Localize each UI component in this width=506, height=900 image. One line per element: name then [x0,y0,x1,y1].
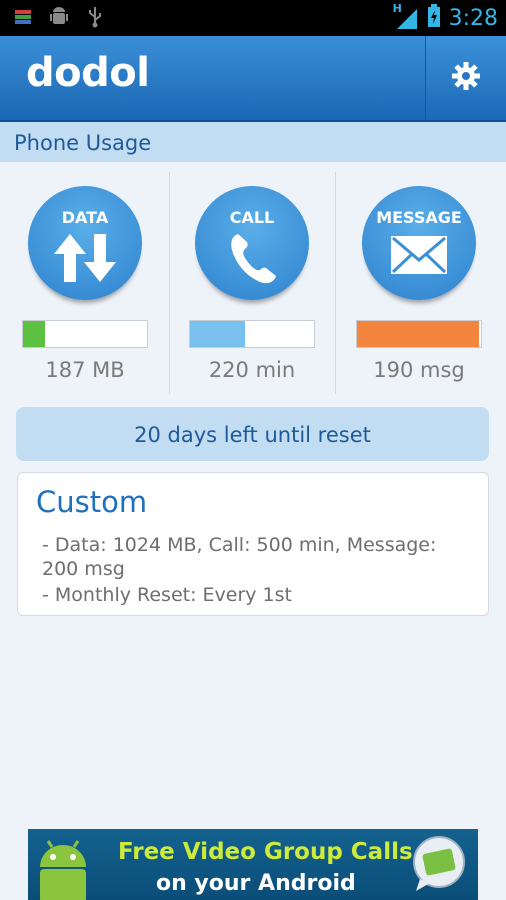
data-usage-value: 187 MB [45,358,125,382]
android-robot-icon [28,831,98,900]
plan-reset: - Monthly Reset: Every 1st [42,584,292,606]
android-debug-icon [48,6,70,28]
call-usage-value: 220 min [208,358,296,382]
usage-label: CALL [229,208,275,227]
status-bar: H 3:28 [0,0,506,36]
plan-card[interactable]: Custom - Data: 1024 MB, Call: 500 min, M… [17,472,489,616]
section-title: Phone Usage [0,122,506,162]
app-logo: dodol [26,50,150,96]
data-arrows-icon [28,230,142,290]
usage-data[interactable]: DATA 187 MB [0,172,166,394]
message-usage-fill [357,321,479,347]
message-usage-value: 190 msg [373,358,465,382]
status-clock: 3:28 [448,5,498,31]
plan-title: Custom [36,485,148,519]
battery-charging-icon [427,4,441,32]
message-usage-bar [356,320,482,348]
chat-bubble-icon [410,835,468,897]
usage-summary: DATA 187 MB CALL 220 min MESSAGE 190 msg [0,172,506,394]
usage-call[interactable]: CALL 220 min [167,172,333,394]
usage-label: MESSAGE [376,208,462,227]
data-usage-fill [23,321,46,347]
phone-icon [195,230,309,290]
data-usage-bar [22,320,148,348]
app-bar: dodol [0,36,506,122]
network-type-label: H [392,2,402,15]
signal-icon: H [392,2,419,31]
settings-button[interactable] [425,36,506,120]
reset-countdown: 20 days left until reset [16,407,489,461]
notification-icon [12,6,34,28]
usage-message[interactable]: MESSAGE 190 msg [334,172,500,394]
plan-limits: - Data: 1024 MB, Call: 500 min, Message:… [42,534,437,580]
usage-label: DATA [61,208,109,227]
call-usage-button[interactable]: CALL [195,186,309,300]
ad-banner[interactable]: Free Video Group Calls on your Android [28,829,478,900]
message-usage-button[interactable]: MESSAGE [362,186,476,300]
envelope-icon [362,230,476,290]
data-usage-button[interactable]: DATA [28,186,142,300]
usb-icon [84,6,106,28]
call-usage-bar [189,320,315,348]
call-usage-fill [190,321,245,347]
ad-headline: Free Video Group Calls [118,839,413,865]
gear-icon [451,61,481,95]
ad-subline: on your Android [156,871,356,896]
